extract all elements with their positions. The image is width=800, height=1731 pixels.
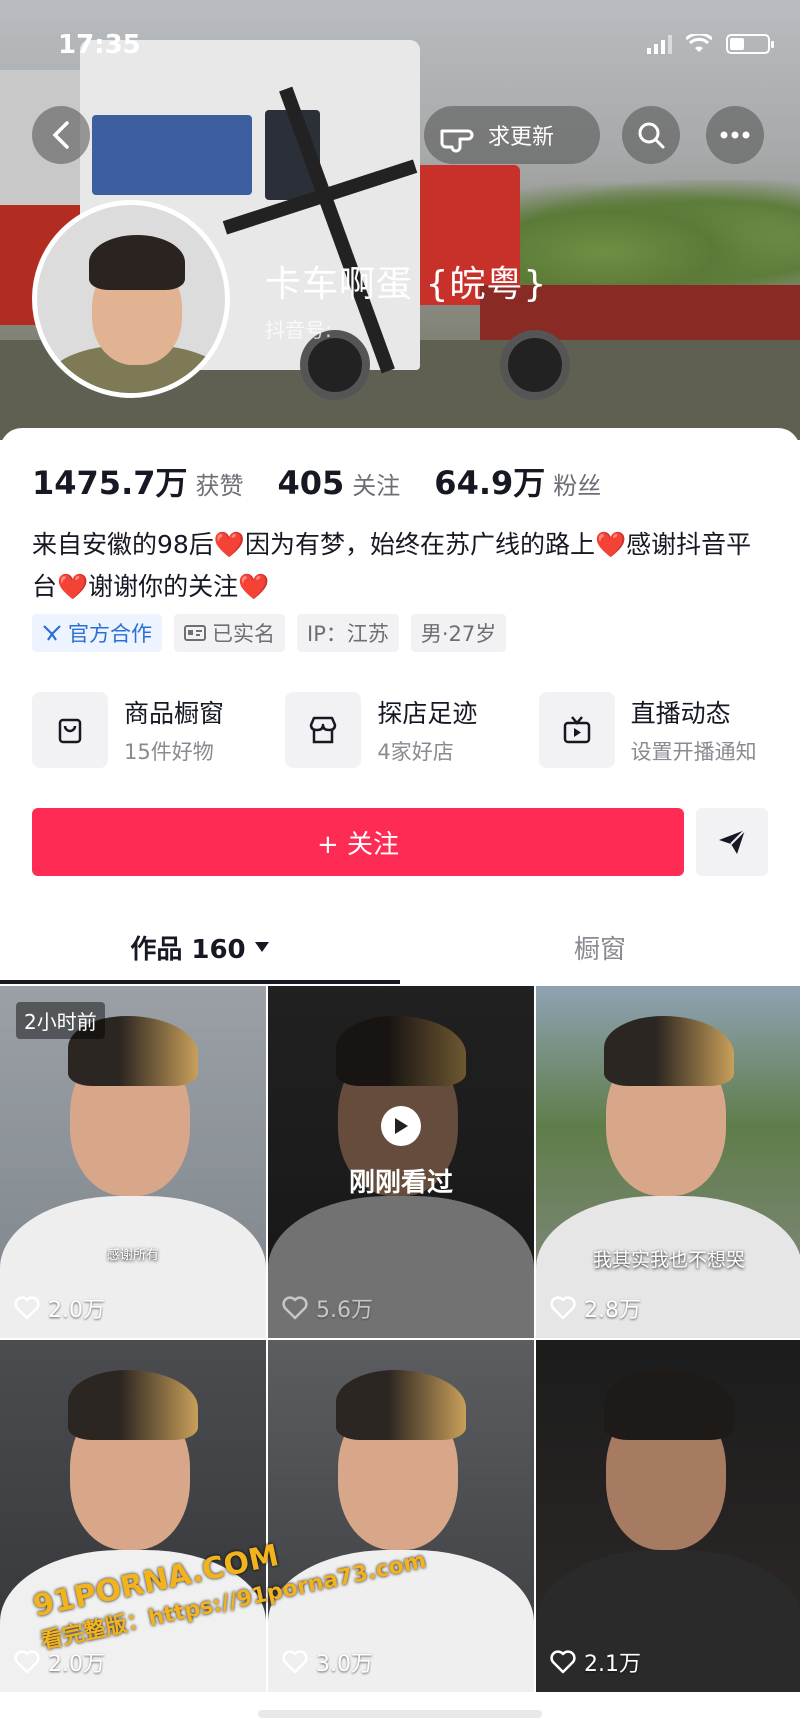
send-icon: [719, 829, 746, 854]
signal-icon: [647, 34, 672, 54]
request-update-button[interactable]: 求更新: [424, 106, 600, 164]
heart-icon: [14, 1650, 40, 1674]
video-likes: 5.6万: [282, 1292, 373, 1324]
live-tv-icon: [538, 692, 615, 768]
video-thumbnail[interactable]: 2小时前 感谢所有 2.0万: [0, 986, 266, 1338]
video-subtitle: 感谢所有: [106, 1248, 159, 1263]
search-button[interactable]: [622, 106, 680, 164]
tab-indicator: [0, 980, 400, 984]
video-likes: 3.0万: [282, 1646, 373, 1678]
profile-tags: 官方合作 已实名 IP：江苏 男·27岁: [32, 614, 507, 652]
video-thumbnail[interactable]: 我其实我也不想哭 2.8万: [536, 986, 800, 1338]
request-update-label: 求更新: [488, 125, 555, 150]
feature-product-showcase[interactable]: 商品橱窗 15件好物: [32, 692, 285, 768]
heart-icon: [14, 1296, 40, 1320]
video-subtitle: 我其实我也不想哭: [592, 1249, 745, 1271]
feature-entries: 商品橱窗 15件好物 探店足迹 4家好店 直播动态 设置开播通知: [32, 692, 792, 768]
heart-icon: [282, 1296, 308, 1320]
video-likes: 2.1万: [550, 1646, 641, 1678]
video-thumbnail[interactable]: 刚刚看过 5.6万: [268, 986, 534, 1338]
battery-icon: [726, 34, 774, 54]
bio-text: 来自安徽的98后❤️因为有梦，始终在苏广线的路上❤️感谢抖音平台❤️谢谢你的关注…: [32, 530, 752, 601]
stat-likes: 1475.7万 获赞: [32, 464, 244, 502]
tag-verified: 已实名: [174, 614, 285, 652]
follow-button[interactable]: + 关注: [32, 808, 684, 876]
tab-showcase[interactable]: 橱窗: [400, 910, 800, 984]
profile-name: 卡车啊蛋 {皖粤}: [265, 264, 548, 305]
background-trees: [520, 180, 800, 300]
feature-shop-visits[interactable]: 探店足迹 4家好店: [285, 692, 538, 768]
bag-icon: [32, 692, 108, 768]
tag-official-cooperation[interactable]: 官方合作: [32, 614, 162, 652]
recently-watched-label: 刚刚看过: [348, 1168, 453, 1198]
chevron-left-icon: [52, 121, 69, 149]
feature-live-updates[interactable]: 直播动态 设置开播通知: [538, 692, 792, 768]
video-thumbnail[interactable]: 2.1万: [536, 1340, 800, 1692]
truck-windshield: [92, 115, 252, 195]
heart-icon: [550, 1296, 576, 1320]
wifi-icon: [686, 34, 712, 52]
status-time: 17:35: [58, 30, 141, 60]
home-indicator: [258, 1710, 542, 1718]
tag-gender-age: 男·27岁: [410, 614, 507, 652]
official-icon: [43, 625, 61, 641]
share-button[interactable]: [696, 808, 768, 876]
play-icon: [381, 1106, 421, 1146]
pointing-hand-icon: [440, 129, 474, 153]
heart-icon: [282, 1650, 308, 1674]
stat-followers[interactable]: 64.9万 粉丝: [434, 458, 601, 504]
back-button[interactable]: [32, 106, 90, 164]
id-card-icon: [184, 625, 206, 641]
more-button[interactable]: [706, 106, 764, 164]
content-tabs: 作品 160 橱窗: [0, 910, 800, 984]
tag-ip-location: IP：江苏: [297, 614, 399, 652]
stat-following[interactable]: 405 关注: [278, 464, 401, 502]
video-likes: 2.8万: [550, 1292, 641, 1324]
dropdown-icon: [254, 942, 269, 952]
search-icon: [638, 122, 665, 149]
douyin-id[interactable]: 抖音号:: [265, 314, 332, 343]
shop-icon: [285, 692, 362, 768]
heart-icon: [550, 1650, 576, 1674]
avatar[interactable]: [32, 200, 230, 398]
more-icon: [720, 131, 750, 139]
truck-wheel: [500, 330, 570, 400]
stats-row: 1475.7万 获赞 405 关注 64.9万 粉丝: [32, 458, 635, 504]
video-likes: 2.0万: [14, 1292, 105, 1324]
tab-works[interactable]: 作品 160: [0, 910, 400, 984]
status-icons: [647, 34, 774, 54]
posted-time-badge: 2小时前: [16, 1002, 105, 1039]
